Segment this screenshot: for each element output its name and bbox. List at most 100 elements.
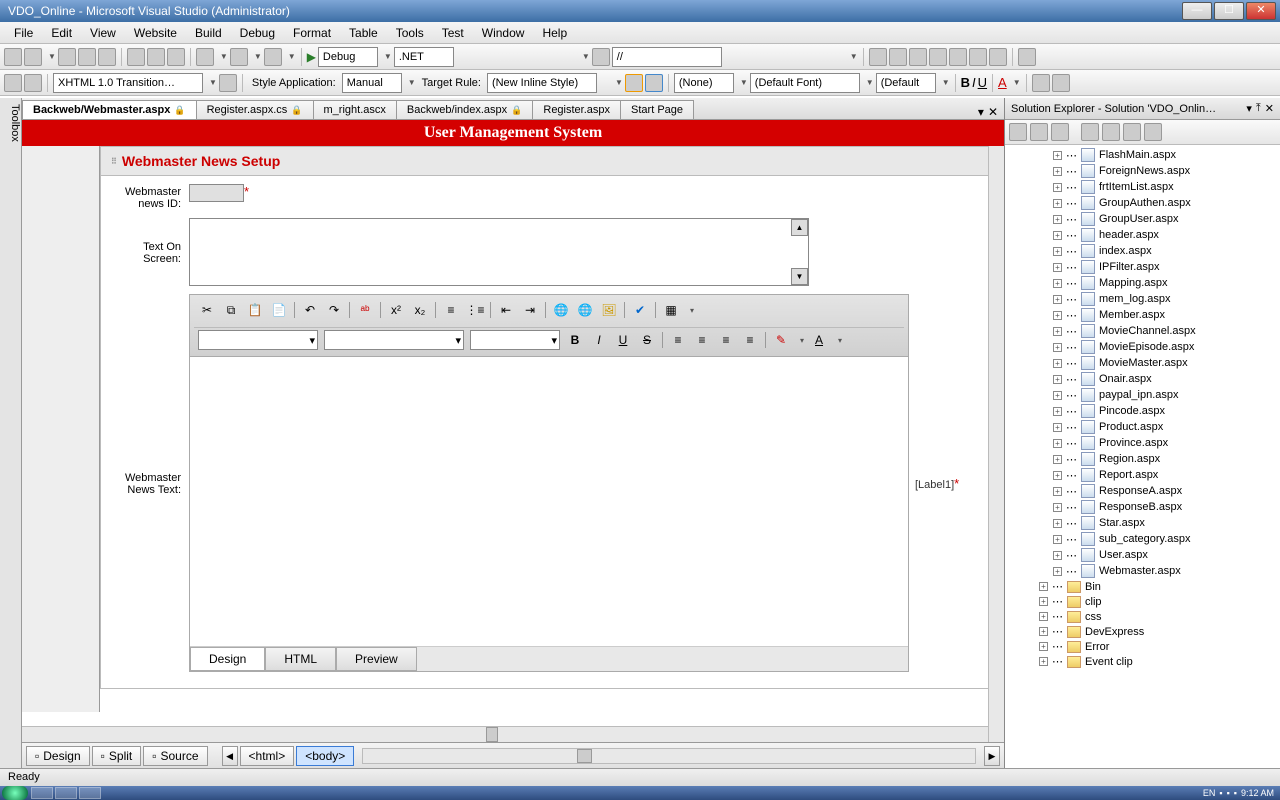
- tab-dropdown-icon[interactable]: ▾: [978, 105, 984, 119]
- expand-icon[interactable]: +: [1053, 471, 1062, 480]
- editor-table-icon[interactable]: ▦: [662, 301, 680, 319]
- breadcrumb-body[interactable]: <body>: [296, 746, 354, 766]
- tab-backweb-webmaster-aspx[interactable]: Backweb/Webmaster.aspx🔒: [22, 100, 197, 119]
- tree-folder[interactable]: +⋯DevExpress: [1005, 624, 1280, 639]
- expand-icon[interactable]: +: [1053, 279, 1062, 288]
- menu-file[interactable]: File: [6, 24, 41, 42]
- expand-icon[interactable]: +: [1039, 612, 1048, 621]
- se-config-icon[interactable]: [1144, 123, 1162, 141]
- tree-folder[interactable]: +⋯clip: [1005, 594, 1280, 609]
- editor-spellcheck-icon[interactable]: ᵃᵇ: [356, 301, 374, 319]
- tb-extra1-icon[interactable]: [869, 48, 887, 66]
- vscrollbar[interactable]: [988, 146, 1004, 742]
- menu-debug[interactable]: Debug: [232, 24, 283, 42]
- editor-font-combo[interactable]: ▾: [324, 330, 464, 350]
- editor-paste-icon[interactable]: 📋: [246, 301, 264, 319]
- tree-file[interactable]: +⋯GroupAuthen.aspx: [1005, 195, 1280, 211]
- panel-close-icon[interactable]: ✕: [1265, 102, 1274, 115]
- editor-bold-icon[interactable]: B: [566, 331, 584, 349]
- tab-close-icon[interactable]: ✕: [988, 105, 998, 119]
- task-ie-icon[interactable]: [31, 787, 53, 799]
- editor-super-icon[interactable]: x²: [387, 301, 405, 319]
- font-color-button[interactable]: A: [998, 75, 1007, 90]
- editor-align-justify-icon[interactable]: ≡: [741, 331, 759, 349]
- editor-indent-icon[interactable]: ⇥: [521, 301, 539, 319]
- tree-folder[interactable]: +⋯Bin: [1005, 579, 1280, 594]
- tb-extra8-icon[interactable]: [1018, 48, 1036, 66]
- expand-icon[interactable]: +: [1053, 263, 1062, 272]
- doctype-combo[interactable]: XHTML 1.0 Transition…: [53, 73, 203, 93]
- size-combo[interactable]: (Default: [876, 73, 936, 93]
- tree-file[interactable]: +⋯Mapping.aspx: [1005, 275, 1280, 291]
- tb-extra6-icon[interactable]: [969, 48, 987, 66]
- tree-file[interactable]: +⋯MovieMaster.aspx: [1005, 355, 1280, 371]
- tree-file[interactable]: +⋯header.aspx: [1005, 227, 1280, 243]
- tree-file[interactable]: +⋯MovieEpisode.aspx: [1005, 339, 1280, 355]
- expand-icon[interactable]: +: [1053, 231, 1062, 240]
- tree-file[interactable]: +⋯User.aspx: [1005, 547, 1280, 563]
- italic-button[interactable]: I: [972, 75, 976, 90]
- expand-icon[interactable]: +: [1053, 167, 1062, 176]
- minimize-button[interactable]: —: [1182, 2, 1212, 20]
- tab-backweb-index-aspx[interactable]: Backweb/index.aspx🔒: [396, 100, 534, 119]
- tab-start-page[interactable]: Start Page: [620, 100, 694, 119]
- expand-icon[interactable]: +: [1039, 657, 1048, 666]
- tree-file[interactable]: +⋯FlashMain.aspx: [1005, 147, 1280, 163]
- new-project-icon[interactable]: [4, 48, 22, 66]
- menu-test[interactable]: Test: [434, 24, 472, 42]
- tb-extra3-icon[interactable]: [909, 48, 927, 66]
- platform-combo[interactable]: .NET: [394, 47, 454, 67]
- editor-undo-icon[interactable]: ↶: [301, 301, 319, 319]
- scroll-down-icon[interactable]: ▼: [791, 268, 808, 285]
- tb-extra2-icon[interactable]: [889, 48, 907, 66]
- expand-icon[interactable]: +: [1039, 642, 1048, 651]
- tree-file[interactable]: +⋯Pincode.aspx: [1005, 403, 1280, 419]
- view-design-button[interactable]: ▫ Design: [26, 746, 90, 766]
- tree-file[interactable]: +⋯Report.aspx: [1005, 467, 1280, 483]
- font-combo[interactable]: (Default Font): [750, 73, 860, 93]
- tb-extra7-icon[interactable]: [989, 48, 1007, 66]
- menu-table[interactable]: Table: [341, 24, 386, 42]
- tray-vol-icon[interactable]: ▪: [1234, 788, 1237, 798]
- editor-sub-icon[interactable]: x₂: [411, 301, 429, 319]
- nav-back-icon[interactable]: [264, 48, 282, 66]
- open-icon[interactable]: [58, 48, 76, 66]
- undo-icon[interactable]: [196, 48, 214, 66]
- expand-icon[interactable]: +: [1039, 627, 1048, 636]
- expand-icon[interactable]: +: [1053, 375, 1062, 384]
- editor-ol-icon[interactable]: ≡: [442, 301, 460, 319]
- breadcrumb-right-icon[interactable]: ▶: [984, 746, 1000, 766]
- expand-icon[interactable]: +: [1053, 359, 1062, 368]
- se-properties-icon[interactable]: [1009, 123, 1027, 141]
- breadcrumb-scroll[interactable]: [362, 748, 976, 764]
- menu-edit[interactable]: Edit: [43, 24, 80, 42]
- bold-button[interactable]: B: [961, 75, 970, 90]
- close-button[interactable]: ✕: [1246, 2, 1276, 20]
- tree-file[interactable]: +⋯Product.aspx: [1005, 419, 1280, 435]
- tray-flag-icon[interactable]: ▪: [1219, 788, 1222, 798]
- view-split-button[interactable]: ▫ Split: [92, 746, 142, 766]
- tree-folder[interactable]: +⋯css: [1005, 609, 1280, 624]
- editor-highlight-icon[interactable]: ✎: [772, 331, 790, 349]
- style-opt2-icon[interactable]: [645, 74, 663, 92]
- task-folder-icon[interactable]: [55, 787, 77, 799]
- editor-align-center-icon[interactable]: ≡: [693, 331, 711, 349]
- tray-lang[interactable]: EN: [1203, 788, 1216, 798]
- expand-icon[interactable]: +: [1053, 295, 1062, 304]
- expand-icon[interactable]: +: [1053, 567, 1062, 576]
- style-app-combo[interactable]: Manual: [342, 73, 402, 93]
- expand-icon[interactable]: +: [1053, 215, 1062, 224]
- save-all-icon[interactable]: [98, 48, 116, 66]
- editor-para-combo[interactable]: ▾: [198, 330, 318, 350]
- editor-align-right-icon[interactable]: ≡: [717, 331, 735, 349]
- editor-italic-icon[interactable]: I: [590, 331, 608, 349]
- tree-file[interactable]: +⋯Star.aspx: [1005, 515, 1280, 531]
- style-opt1-icon[interactable]: [625, 74, 643, 92]
- tree-file[interactable]: +⋯MovieChannel.aspx: [1005, 323, 1280, 339]
- validate-icon[interactable]: [219, 74, 237, 92]
- expand-icon[interactable]: +: [1053, 199, 1062, 208]
- tab-m-right-ascx[interactable]: m_right.ascx: [313, 100, 397, 119]
- tree-folder[interactable]: +⋯Event clip: [1005, 654, 1280, 669]
- tb-extra5-icon[interactable]: [949, 48, 967, 66]
- expand-icon[interactable]: +: [1039, 597, 1048, 606]
